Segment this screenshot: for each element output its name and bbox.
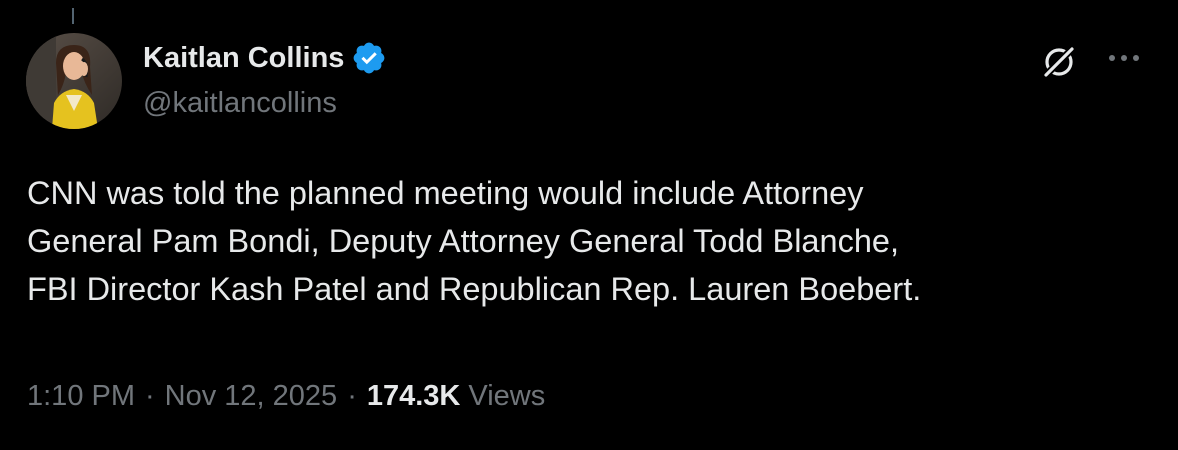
meta-separator: · (347, 380, 357, 412)
views-label: Views (468, 380, 546, 412)
grok-icon[interactable] (1040, 43, 1078, 81)
more-options-icon[interactable] (1104, 46, 1144, 70)
tweet-date[interactable]: Nov 12, 2025 (165, 380, 338, 413)
tweet-text-line: FBI Director Kash Patel and Republican R… (27, 271, 922, 307)
avatar-image (26, 33, 122, 129)
avatar[interactable] (26, 33, 122, 129)
meta-separator: · (145, 380, 155, 412)
tweet-text-line: CNN was told the planned meeting would i… (27, 175, 864, 211)
tweet-meta-row: 1:10 PM · Nov 12, 2025 · 174.3K Views (27, 380, 545, 413)
author-display-name[interactable]: Kaitlan Collins (143, 42, 344, 75)
tweet-text-line: General Pam Bondi, Deputy Attorney Gener… (27, 223, 900, 259)
author-handle[interactable]: @kaitlancollins (143, 87, 337, 120)
thread-connector-line (72, 8, 74, 24)
tweet-time[interactable]: 1:10 PM (27, 380, 135, 413)
views-count: 174.3K (366, 380, 461, 412)
author-name-row: Kaitlan Collins (143, 38, 387, 78)
tweet-text: CNN was told the planned meeting would i… (27, 169, 1152, 313)
verified-badge-icon[interactable] (351, 40, 387, 76)
